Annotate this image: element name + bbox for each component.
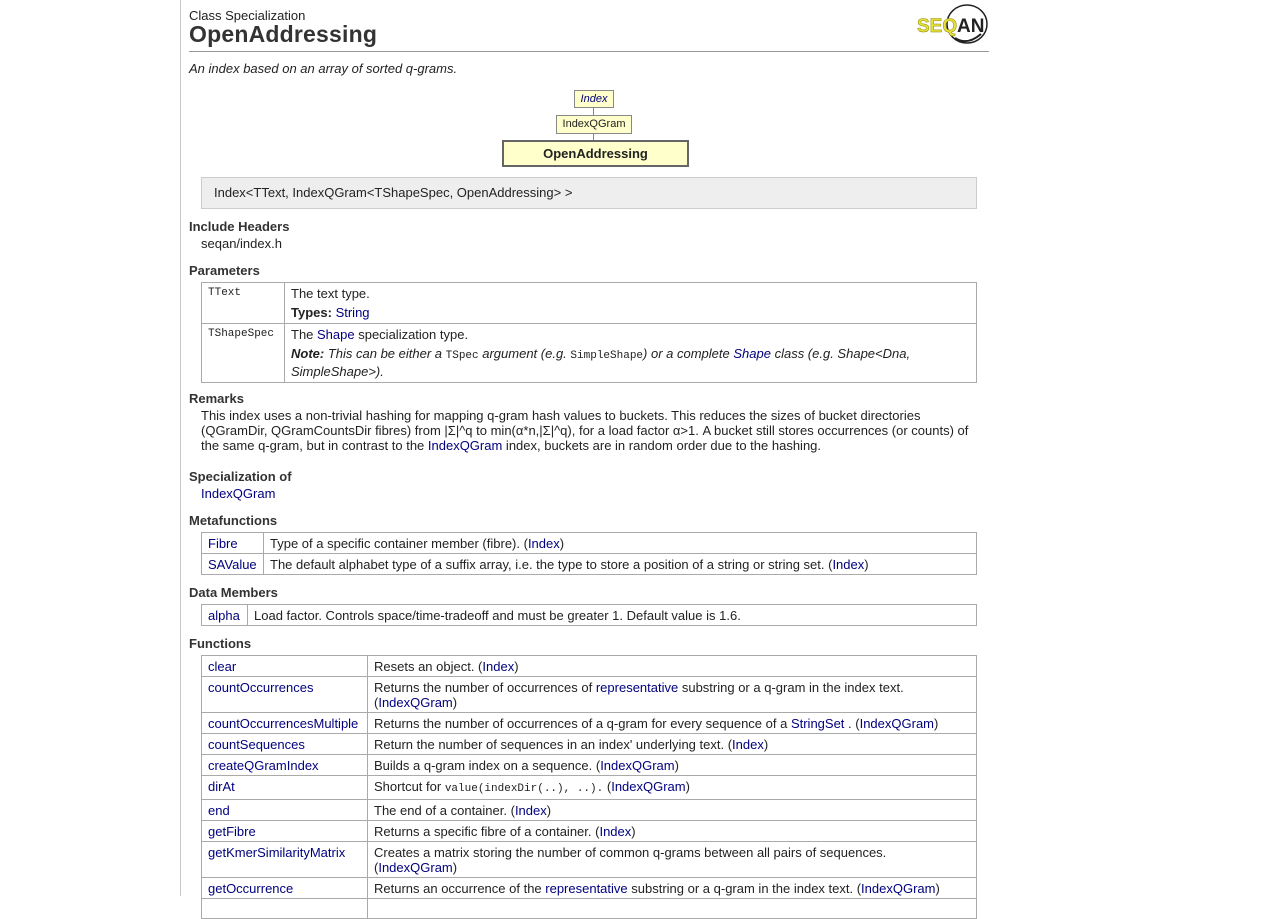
ref-link[interactable]: Index [599, 824, 631, 839]
ref-link[interactable]: Index [732, 737, 764, 752]
shape-link[interactable]: Shape [733, 346, 771, 361]
table-row: getOccurrence Returns an occurrence of t… [201, 877, 977, 899]
hierarchy-current: OpenAddressing [502, 140, 689, 167]
function-desc: Returns an occurrence of the representat… [367, 877, 977, 899]
function-link[interactable]: getKmerSimilarityMatrix [208, 845, 345, 860]
table-row: Fibre Type of a specific container membe… [201, 532, 977, 554]
function-desc: Returns a specific fibre of a container.… [367, 820, 977, 842]
table-row: countOccurrencesMultiple Returns the num… [201, 712, 977, 734]
left-border-line [180, 0, 181, 896]
ref-link[interactable]: Index [528, 536, 560, 551]
function-link[interactable]: dirAt [208, 779, 235, 794]
param-desc: The Shape specialization type. [291, 327, 469, 342]
table-row: createQGramIndex Builds a q-gram index o… [201, 754, 977, 776]
ref-link[interactable]: IndexQGram [861, 881, 935, 896]
function-link[interactable]: countSequences [208, 737, 305, 752]
seqan-logo[interactable]: SEQ AN [915, 2, 990, 46]
metafunction-desc: Type of a specific container member (fib… [263, 532, 977, 554]
functions-heading: Functions [189, 636, 252, 651]
table-row: countSequences Return the number of sequ… [201, 733, 977, 755]
param-note: Note: This can be either a TSpec argumen… [291, 346, 911, 379]
table-row [201, 898, 977, 919]
function-desc: Returns the number of occurrences of a q… [367, 712, 977, 734]
summary-text: An index based on an array of sorted q-g… [189, 61, 458, 76]
hierarchy-connector [593, 133, 594, 140]
member-desc: Load factor. Controls space/time-tradeof… [247, 604, 977, 626]
function-link[interactable]: getFibre [208, 824, 256, 839]
representative-link[interactable]: representative [545, 881, 627, 896]
function-link[interactable]: countOccurrences [208, 680, 314, 695]
remarks-heading: Remarks [189, 391, 244, 406]
table-row: alpha Load factor. Controls space/time-t… [201, 604, 977, 626]
param-name: TText [201, 282, 285, 324]
data-members-table: alpha Load factor. Controls space/time-t… [201, 604, 977, 626]
function-desc: Creates a matrix storing the number of c… [367, 841, 977, 878]
param-desc: The text type. [291, 286, 370, 301]
data-members-heading: Data Members [189, 585, 278, 600]
representative-link[interactable]: representative [596, 680, 678, 695]
ref-link[interactable]: Index [832, 557, 864, 572]
table-row: getFibre Returns a specific fibre of a c… [201, 820, 977, 842]
ref-link[interactable]: IndexQGram [860, 716, 934, 731]
page-title: OpenAddressing [189, 21, 378, 47]
metafunctions-heading: Metafunctions [189, 513, 278, 528]
types-label: Types: [291, 305, 332, 320]
metafunction-link-fibre[interactable]: Fibre [208, 536, 238, 551]
function-desc: The end of a container. (Index) [367, 799, 977, 821]
specialization-link[interactable]: IndexQGram [201, 486, 275, 501]
function-link[interactable]: createQGramIndex [208, 758, 319, 773]
metafunction-link-savalue[interactable]: SAValue [208, 557, 257, 572]
title-divider [189, 51, 989, 52]
metafunction-desc: The default alphabet type of a suffix ar… [263, 553, 977, 575]
member-link-alpha[interactable]: alpha [208, 608, 240, 623]
table-row: countOccurrences Returns the number of o… [201, 676, 977, 713]
parameters-table: TText The text type. Types: String TShap… [201, 282, 977, 383]
ref-link[interactable]: IndexQGram [378, 695, 452, 710]
stringset-link[interactable]: StringSet [791, 716, 844, 731]
ref-link[interactable]: IndexQGram [611, 779, 685, 794]
ref-link[interactable]: IndexQGram [600, 758, 674, 773]
table-row: dirAt Shortcut for value(indexDir(..), .… [201, 775, 977, 800]
hierarchy-connector [593, 107, 594, 115]
param-name: TShapeSpec [201, 323, 285, 383]
parameters-heading: Parameters [189, 263, 260, 278]
function-desc: Shortcut for value(indexDir(..), ..). (I… [367, 775, 977, 800]
type-link-string[interactable]: String [336, 305, 370, 320]
function-link[interactable]: clear [208, 659, 236, 674]
metafunctions-table: Fibre Type of a specific container membe… [201, 532, 977, 575]
shape-link[interactable]: Shape [317, 327, 355, 342]
functions-table: clear Resets an object. (Index) countOcc… [201, 655, 977, 919]
svg-text:SEQ: SEQ [917, 16, 957, 37]
include-heading: Include Headers [189, 219, 290, 234]
table-row: TShapeSpec The Shape specialization type… [201, 323, 977, 383]
hierarchy-index[interactable]: Index [574, 90, 614, 108]
table-row: getKmerSimilarityMatrix Creates a matrix… [201, 841, 977, 878]
function-link[interactable]: end [208, 803, 230, 818]
function-desc: Builds a q-gram index on a sequence. (In… [367, 754, 977, 776]
table-row: clear Resets an object. (Index) [201, 655, 977, 677]
hierarchy-indexqgram[interactable]: IndexQGram [556, 115, 632, 134]
function-link[interactable]: countOccurrencesMultiple [208, 716, 358, 731]
function-desc: Resets an object. (Index) [367, 655, 977, 677]
table-row: SAValue The default alphabet type of a s… [201, 553, 977, 575]
function-desc: Returns the number of occurrences of rep… [367, 676, 977, 713]
signature-box: Index<TText, IndexQGram<TShapeSpec, Open… [201, 177, 977, 209]
include-file: seqan/index.h [201, 236, 282, 251]
table-row: end The end of a container. (Index) [201, 799, 977, 821]
specialization-heading: Specialization of [189, 469, 292, 484]
ref-link[interactable]: Index [482, 659, 514, 674]
table-row: TText The text type. Types: String [201, 282, 977, 324]
remarks-text: This index uses a non-trivial hashing fo… [201, 408, 969, 453]
function-desc: Return the number of sequences in an ind… [367, 733, 977, 755]
svg-text:AN: AN [957, 16, 984, 37]
ref-link[interactable]: IndexQGram [378, 860, 452, 875]
function-link[interactable]: getOccurrence [208, 881, 293, 896]
ref-link[interactable]: Index [515, 803, 547, 818]
indexqgram-link[interactable]: IndexQGram [428, 438, 502, 453]
